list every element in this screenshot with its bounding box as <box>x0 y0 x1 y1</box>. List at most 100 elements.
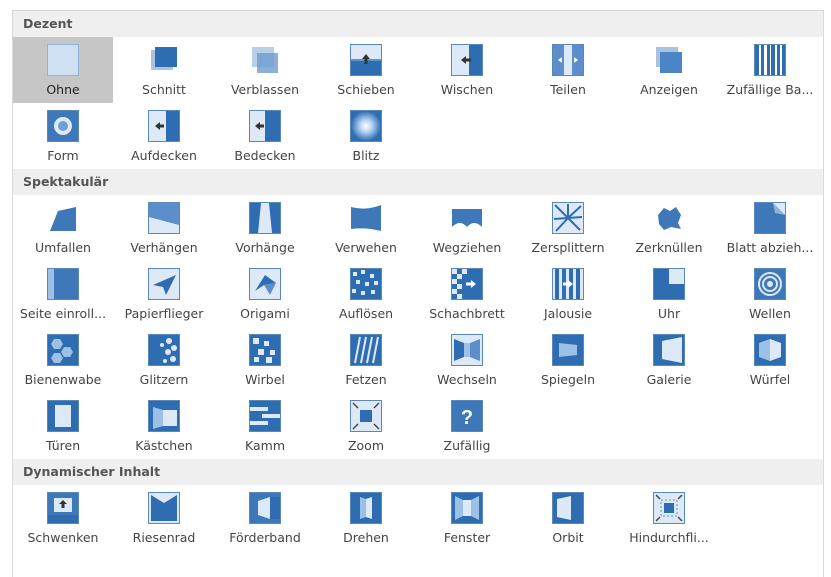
fade-icon <box>249 44 281 76</box>
transition-verhaengen[interactable]: Verhängen <box>114 195 214 261</box>
transition-aufdecken[interactable]: Aufdecken <box>114 103 214 169</box>
transition-schachbrett[interactable]: Schachbrett <box>417 261 517 327</box>
ferris-wheel-icon <box>148 492 180 524</box>
transition-label: Schachbrett <box>429 306 505 321</box>
transition-orbit[interactable]: Orbit <box>518 485 618 551</box>
svg-text:?: ? <box>461 407 473 429</box>
transition-uhr[interactable]: Uhr <box>619 261 719 327</box>
transition-anzeigen[interactable]: Anzeigen <box>619 37 719 103</box>
transition-kaestchen[interactable]: Kästchen <box>114 393 214 459</box>
transition-label: Wischen <box>440 82 494 97</box>
transition-form[interactable]: Form <box>13 103 113 169</box>
transition-label: Kästchen <box>135 438 193 453</box>
page-curl-icon <box>754 202 786 234</box>
cut-icon <box>148 44 180 76</box>
transition-label: Zufällige Ba... <box>726 82 814 97</box>
random-question-icon: ? <box>451 400 483 432</box>
dissolve-icon <box>350 268 382 300</box>
transition-zufaellig[interactable]: ? Zufällig <box>417 393 517 459</box>
transition-label: Schieben <box>337 82 395 97</box>
transition-label: Würfel <box>749 372 791 387</box>
wind-icon <box>350 202 382 234</box>
transition-label: Zerknüllen <box>635 240 703 255</box>
transition-fetzen[interactable]: Fetzen <box>316 327 416 393</box>
transition-blitz[interactable]: Blitz <box>316 103 416 169</box>
transition-label: Blitz <box>352 148 380 163</box>
transition-label: Verhängen <box>130 240 198 255</box>
transition-wegziehen[interactable]: Wegziehen <box>417 195 517 261</box>
reveal-icon <box>653 44 685 76</box>
crumple-icon <box>653 202 685 234</box>
transition-label: Zersplittern <box>531 240 605 255</box>
origami-icon <box>249 268 281 300</box>
glitter-icon <box>148 334 180 366</box>
transition-schnitt[interactable]: Schnitt <box>114 37 214 103</box>
transition-label: Ohne <box>46 82 80 97</box>
blinds-icon <box>552 268 584 300</box>
fall-over-icon <box>47 202 79 234</box>
transition-spiegeln[interactable]: Spiegeln <box>518 327 618 393</box>
transition-label: Schnitt <box>142 82 186 97</box>
transition-wechseln[interactable]: Wechseln <box>417 327 517 393</box>
transition-origami[interactable]: Origami <box>215 261 315 327</box>
transition-schwenken[interactable]: Schwenken <box>13 485 113 551</box>
transition-seite-einrollen[interactable]: Seite einroll... <box>13 261 113 327</box>
transition-blatt-abziehen[interactable]: Blatt abzieh... <box>720 195 820 261</box>
push-icon <box>350 44 382 76</box>
transition-foerderband[interactable]: Förderband <box>215 485 315 551</box>
transition-bedecken[interactable]: Bedecken <box>215 103 315 169</box>
comb-icon <box>249 400 281 432</box>
transition-wuerfel[interactable]: Würfel <box>720 327 820 393</box>
transition-tueren[interactable]: Türen <box>13 393 113 459</box>
transition-verblassen[interactable]: Verblassen <box>215 37 315 103</box>
shred-icon <box>350 334 382 366</box>
transition-ohne[interactable]: Ohne <box>13 37 113 103</box>
transition-label: Uhr <box>657 306 681 321</box>
transition-label: Schwenken <box>27 530 99 545</box>
transition-wischen[interactable]: Wischen <box>417 37 517 103</box>
section-header-dezent: Dezent <box>13 11 823 37</box>
cover-icon <box>249 110 281 142</box>
transition-zersplittern[interactable]: Zersplittern <box>518 195 618 261</box>
transition-zoom[interactable]: Zoom <box>316 393 416 459</box>
transition-hindurchfliegen[interactable]: Hindurchfli... <box>619 485 719 551</box>
transition-bienenwabe[interactable]: Bienenwabe <box>13 327 113 393</box>
transition-galerie[interactable]: Galerie <box>619 327 719 393</box>
transition-label: Glitzern <box>139 372 189 387</box>
rotate-icon <box>350 492 382 524</box>
transition-verwehen[interactable]: Verwehen <box>316 195 416 261</box>
transition-label: Zufällig <box>443 438 491 453</box>
transition-schieben[interactable]: Schieben <box>316 37 416 103</box>
transition-jalousie[interactable]: Jalousie <box>518 261 618 327</box>
transition-riesenrad[interactable]: Riesenrad <box>114 485 214 551</box>
transition-kamm[interactable]: Kamm <box>215 393 315 459</box>
transition-label: Wirbel <box>245 372 285 387</box>
transition-label: Seite einroll... <box>19 306 107 321</box>
transition-label: Hindurchfli... <box>629 530 709 545</box>
transition-aufloesen[interactable]: Auflösen <box>316 261 416 327</box>
transition-label: Jalousie <box>543 306 593 321</box>
transition-teilen[interactable]: Teilen <box>518 37 618 103</box>
transition-label: Bedecken <box>234 148 296 163</box>
section-header-spektakulaer: Spektakulär <box>13 169 823 195</box>
transition-glitzern[interactable]: Glitzern <box>114 327 214 393</box>
doors-icon <box>47 400 79 432</box>
transition-zufaellige-balken[interactable]: Zufällige Ba... <box>720 37 820 103</box>
transition-label: Aufdecken <box>131 148 197 163</box>
transition-umfallen[interactable]: Umfallen <box>13 195 113 261</box>
transition-label: Riesenrad <box>132 530 196 545</box>
switch-icon <box>451 334 483 366</box>
transition-drehen[interactable]: Drehen <box>316 485 416 551</box>
transition-label: Wegziehen <box>432 240 502 255</box>
split-icon <box>552 44 584 76</box>
transition-label: Fetzen <box>345 372 387 387</box>
transition-papierflieger[interactable]: Papierflieger <box>114 261 214 327</box>
vortex-icon <box>249 334 281 366</box>
transition-label: Origami <box>240 306 290 321</box>
transition-vorhaenge[interactable]: Vorhänge <box>215 195 315 261</box>
transition-wirbel[interactable]: Wirbel <box>215 327 315 393</box>
transition-wellen[interactable]: Wellen <box>720 261 820 327</box>
box-icon <box>148 400 180 432</box>
transition-zerknuellen[interactable]: Zerknüllen <box>619 195 719 261</box>
transition-fenster[interactable]: Fenster <box>417 485 517 551</box>
